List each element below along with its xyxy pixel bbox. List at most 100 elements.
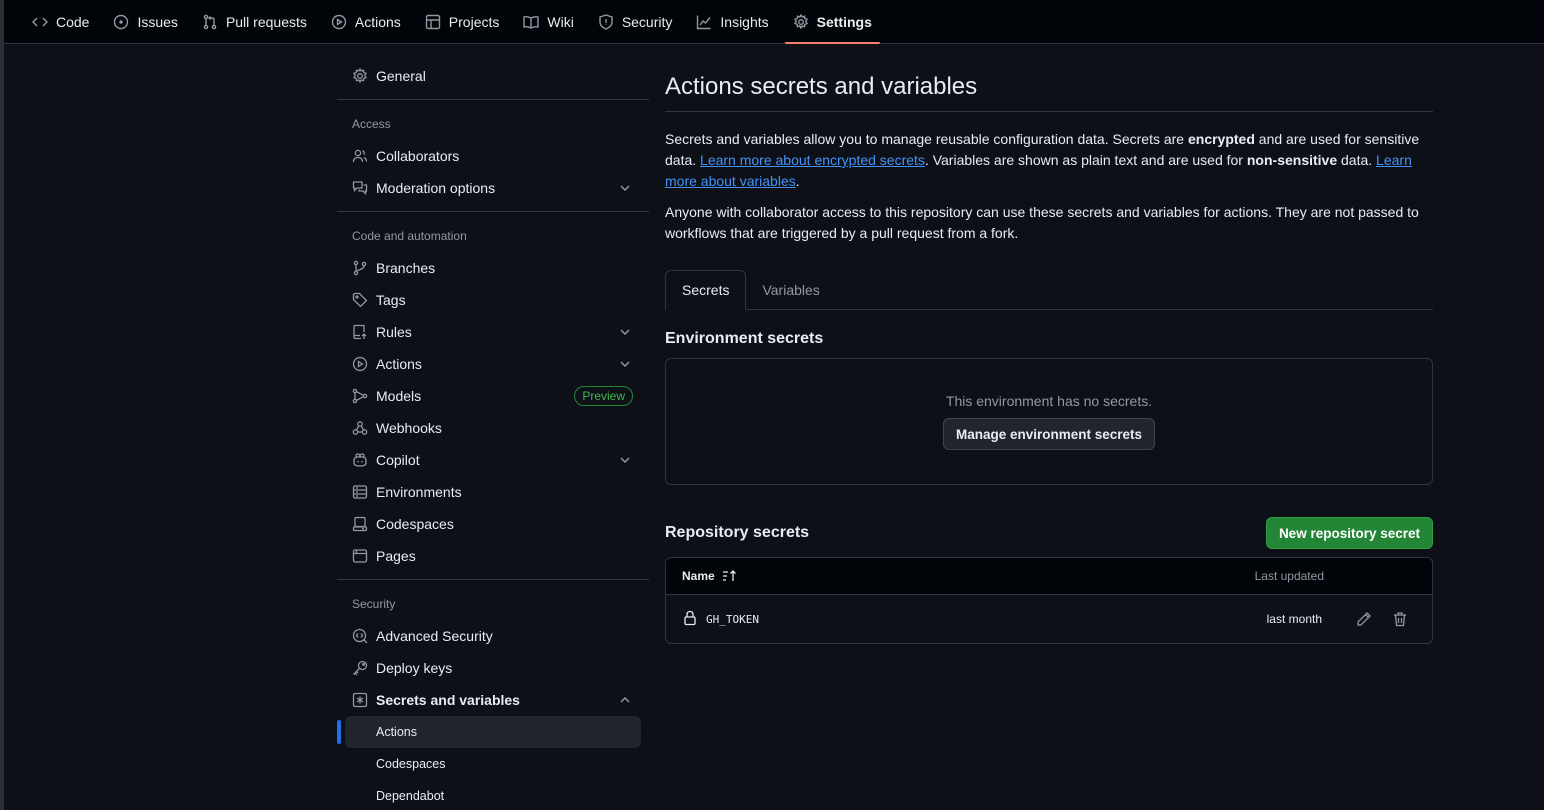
- tab-label: Wiki: [547, 13, 574, 30]
- divider: [337, 579, 649, 580]
- table-header: Name Last updated: [666, 558, 1432, 595]
- sidebar-item-secrets-variables[interactable]: Secrets and variables: [337, 684, 649, 716]
- sidebar-heading-security: Security: [352, 597, 396, 611]
- repo-push-icon: [352, 324, 368, 340]
- tab-label: Code: [56, 13, 90, 30]
- pull-request-icon: [203, 14, 217, 29]
- delete-secret-button[interactable]: [1384, 605, 1416, 633]
- sidebar-item-label: Collaborators: [376, 148, 460, 164]
- sidebar-item-label: Advanced Security: [376, 628, 493, 644]
- tab-secrets[interactable]: Secrets: [665, 270, 747, 310]
- repository-secrets-heading: Repository secrets: [665, 524, 810, 541]
- tab-projects[interactable]: Projects: [417, 0, 508, 43]
- chevron-down-icon: [617, 324, 633, 340]
- trash-icon: [1394, 612, 1406, 627]
- environment-secrets-heading: Environment secrets: [665, 330, 824, 347]
- gear-icon: [793, 13, 808, 29]
- shield-icon: [599, 13, 613, 30]
- repository-secrets-table: Name Last updated GH_TOKEN last month: [665, 557, 1433, 644]
- sidebar-item-deploy-keys[interactable]: Deploy keys: [337, 652, 649, 684]
- copilot-icon: [352, 452, 368, 468]
- divider: [337, 99, 649, 100]
- sidebar-item-label: Environments: [376, 484, 462, 500]
- sidebar-item-pages[interactable]: Pages: [337, 540, 649, 572]
- tab-variables[interactable]: Variables: [746, 270, 835, 309]
- sidebar-item-label: General: [376, 68, 426, 84]
- secrets-variables-tabs: Secrets Variables: [665, 270, 1433, 310]
- people-icon: [352, 148, 368, 164]
- tab-insights[interactable]: Insights: [688, 0, 776, 43]
- sidebar-item-label: Models: [376, 388, 422, 404]
- manage-environment-secrets-button[interactable]: Manage environment secrets: [942, 418, 1156, 450]
- tab-code[interactable]: Code: [24, 0, 97, 43]
- tab-wiki[interactable]: Wiki: [515, 0, 581, 43]
- webhook-icon: [352, 420, 368, 436]
- divider: [337, 211, 649, 212]
- tab-pull-requests[interactable]: Pull requests: [194, 0, 315, 43]
- sidebar-item-rules[interactable]: Rules: [337, 316, 649, 348]
- sidebar-item-general[interactable]: General: [337, 60, 649, 92]
- tab-label: Security: [621, 13, 673, 30]
- sidebar-heading-access: Access: [352, 117, 391, 131]
- sidebar-item-label: Codespaces: [376, 516, 454, 532]
- secret-name: GH_TOKEN: [706, 612, 759, 626]
- server-icon: [352, 484, 368, 500]
- sidebar-item-advanced-security[interactable]: Advanced Security: [337, 620, 649, 652]
- description-paragraph: Secrets and variables allow you to manag…: [665, 129, 1433, 192]
- sidebar-subitem-codespaces[interactable]: Codespaces: [345, 748, 641, 780]
- desc-bold-non-sensitive: non-sensitive: [1246, 152, 1338, 168]
- sidebar-heading-code-automation: Code and automation: [352, 229, 467, 243]
- sidebar-item-tags[interactable]: Tags: [337, 284, 649, 316]
- empty-state-text: This environment has no secrets.: [945, 393, 1153, 409]
- edit-secret-button[interactable]: [1348, 605, 1380, 633]
- learn-encrypted-secrets-link[interactable]: Learn more about encrypted secrets: [700, 152, 925, 168]
- tab-label: Pull requests: [225, 13, 307, 30]
- codescan-icon: [352, 628, 368, 644]
- sidebar-item-environments[interactable]: Environments: [337, 476, 649, 508]
- chevron-down-icon: [617, 356, 633, 372]
- play-icon: [352, 356, 368, 372]
- desc-text: .: [795, 173, 800, 189]
- book-icon: [523, 15, 540, 29]
- sidebar-item-label: Tags: [376, 292, 406, 308]
- tab-label: Issues: [137, 13, 178, 30]
- sidebar-subitem-label: Codespaces: [376, 757, 446, 771]
- new-repository-secret-button[interactable]: New repository secret: [1265, 517, 1433, 549]
- sidebar-item-webhooks[interactable]: Webhooks: [337, 412, 649, 444]
- tab-actions[interactable]: Actions: [323, 0, 409, 43]
- sidebar-item-actions[interactable]: Actions: [337, 348, 649, 380]
- lock-icon: [682, 610, 698, 629]
- tab-label: Settings: [816, 13, 872, 30]
- sidebar-subitem-actions[interactable]: Actions: [337, 716, 641, 748]
- sidebar-item-copilot[interactable]: Copilot: [337, 444, 649, 476]
- column-header-name-label: Name: [682, 569, 715, 583]
- table-icon: [425, 14, 440, 29]
- sidebar-subitem-dependabot[interactable]: Dependabot: [345, 780, 641, 810]
- sidebar-item-label: Rules: [376, 324, 412, 340]
- sidebar-item-models[interactable]: Models Preview: [337, 380, 649, 412]
- models-icon: [352, 388, 368, 404]
- codespaces-icon: [352, 516, 368, 532]
- issue-icon: [114, 14, 129, 29]
- settings-sidebar: General Access Collaborators Moderation …: [337, 60, 649, 810]
- gear-icon: [352, 68, 368, 84]
- comment-discussion-icon: [352, 180, 368, 196]
- column-header-last-updated: Last updated: [1254, 569, 1324, 583]
- sidebar-item-collaborators[interactable]: Collaborators: [337, 140, 649, 172]
- sidebar-item-codespaces[interactable]: Codespaces: [337, 508, 649, 540]
- collaborator-access-note: Anyone with collaborator access to this …: [665, 204, 1419, 241]
- column-header-name[interactable]: Name: [682, 568, 737, 584]
- play-icon: [331, 14, 347, 29]
- desc-bold-encrypted: encrypted: [1187, 131, 1255, 147]
- code-icon: [32, 17, 48, 26]
- environment-secrets-box: This environment has no secrets. Manage …: [665, 358, 1433, 485]
- tab-settings[interactable]: Settings: [784, 0, 881, 44]
- tag-icon: [352, 292, 368, 308]
- tab-issues[interactable]: Issues: [105, 0, 185, 43]
- repository-secrets-header: Repository secrets New repository secret: [665, 517, 1433, 549]
- key-icon: [352, 660, 368, 676]
- sidebar-item-moderation[interactable]: Moderation options: [337, 172, 649, 204]
- sidebar-item-branches[interactable]: Branches: [337, 252, 649, 284]
- asterisk-icon: [352, 692, 368, 708]
- tab-security[interactable]: Security: [590, 0, 681, 43]
